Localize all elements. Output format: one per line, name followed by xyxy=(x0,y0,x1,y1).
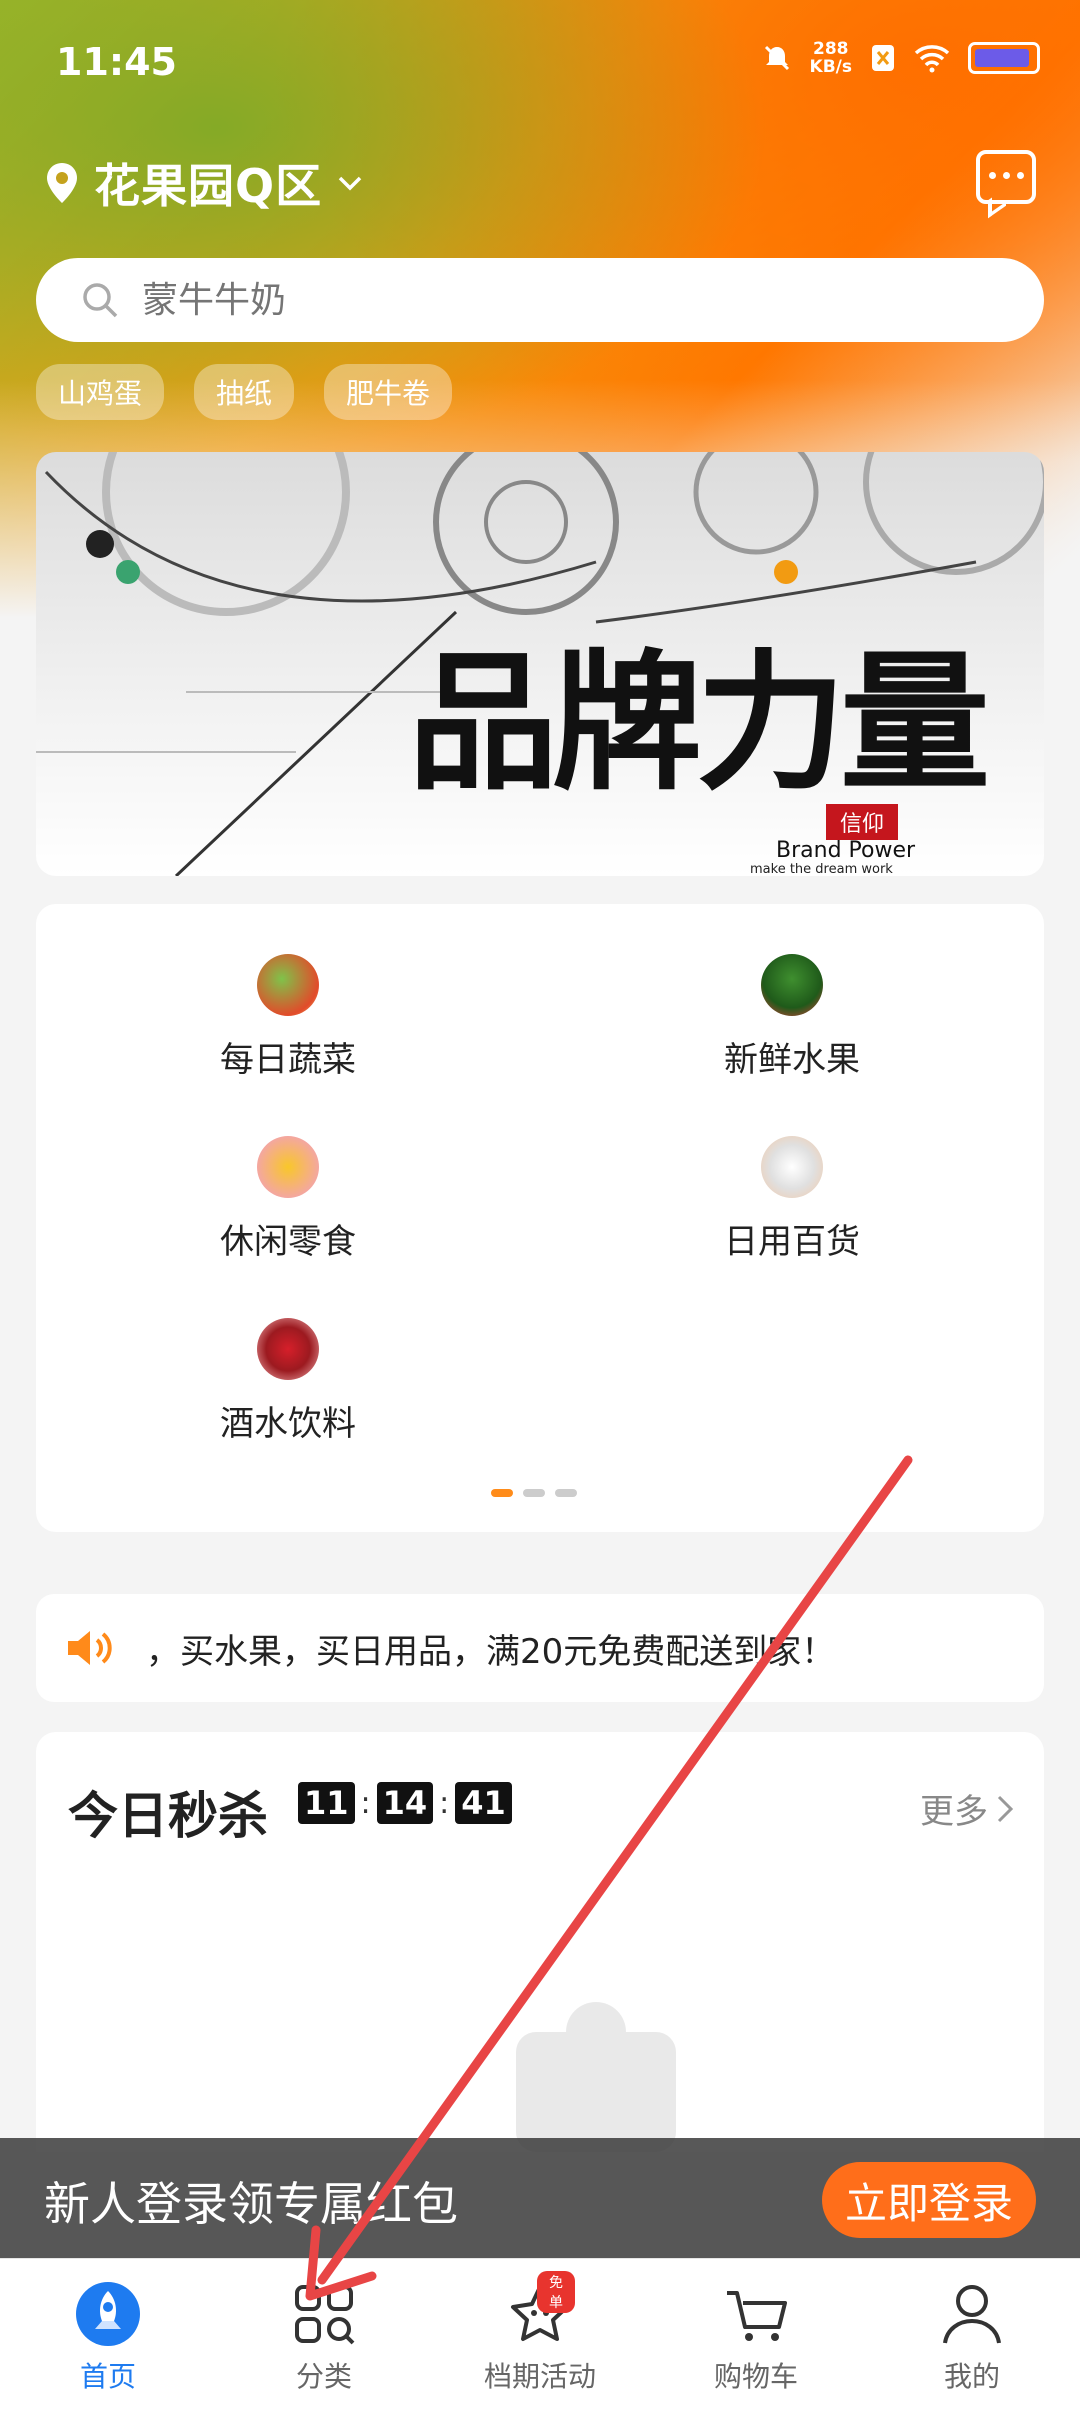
search-input[interactable] xyxy=(140,278,944,322)
tab-category[interactable]: 分类 xyxy=(244,2279,404,2395)
more-link[interactable]: 更多 xyxy=(920,1784,1014,1833)
home-rocket-icon xyxy=(73,2279,143,2349)
category-label: 新鲜水果 xyxy=(724,1040,860,1080)
drink-icon xyxy=(257,1318,319,1380)
page-dot xyxy=(523,1489,545,1497)
keyword-chip[interactable]: 抽纸 xyxy=(194,364,295,420)
location-selector[interactable]: 花果园Q区 xyxy=(44,150,364,216)
tab-profile[interactable]: 我的 xyxy=(892,2279,1052,2395)
timer-separator: : xyxy=(439,1785,450,1821)
tab-cart[interactable]: 购物车 xyxy=(676,2279,836,2395)
cart-icon xyxy=(721,2279,791,2349)
category-label: 每日蔬菜 xyxy=(220,1040,356,1080)
timer-separator: : xyxy=(360,1785,371,1821)
event-badge: 免单 xyxy=(537,2271,575,2313)
hot-keywords: 山鸡蛋 抽纸 肥牛卷 xyxy=(36,364,453,420)
category-fruits[interactable]: 新鲜水果 xyxy=(642,954,942,1081)
flash-sale-section: 今日秒杀 11 : 14 : 41 更多 xyxy=(36,1732,1044,2152)
star-icon: 免单 xyxy=(505,2271,575,2349)
category-label: 日用百货 xyxy=(724,1222,860,1262)
tab-home[interactable]: 首页 xyxy=(28,2279,188,2395)
banner-title: 品牌力量 xyxy=(407,635,990,811)
wifi-icon xyxy=(914,45,950,73)
tab-label: 我的 xyxy=(943,2360,1000,2393)
chevron-down-icon xyxy=(338,176,362,191)
more-label: 更多 xyxy=(920,1792,988,1832)
tab-label: 购物车 xyxy=(713,2360,798,2393)
snack-icon xyxy=(257,1136,319,1198)
sim-icon xyxy=(872,45,894,71)
network-speed: 288 KB/s xyxy=(810,40,852,76)
vegetable-icon xyxy=(257,954,319,1016)
message-icon xyxy=(980,172,1032,179)
mute-icon xyxy=(764,45,789,71)
product-placeholder-icon xyxy=(516,2002,676,2152)
search-bar[interactable] xyxy=(36,258,1044,342)
countdown-hours: 11 xyxy=(298,1782,355,1824)
tab-label: 首页 xyxy=(79,2360,136,2393)
tab-events[interactable]: 免单 档期活动 xyxy=(460,2271,620,2395)
announcement-bar[interactable]: ，买水果，买日用品，满20元免费配送到家！ xyxy=(36,1594,1044,1702)
message-button[interactable] xyxy=(976,150,1036,204)
category-label: 酒水饮料 xyxy=(220,1404,356,1444)
tab-label: 档期活动 xyxy=(483,2360,596,2393)
promo-banner[interactable]: 品牌力量 信仰 Brand Power make the dream work xyxy=(36,452,1044,876)
category-vegetables[interactable]: 每日蔬菜 xyxy=(138,954,438,1081)
status-icons: 288 KB/s xyxy=(762,40,1040,76)
speed-value: 288 xyxy=(813,39,849,59)
location-pin-icon xyxy=(47,163,77,203)
countdown-minutes: 14 xyxy=(376,1782,434,1824)
location-name: 花果园Q区 xyxy=(94,159,323,213)
watermelon-icon xyxy=(761,954,823,1016)
login-promo-banner: 新人登录领专属红包 立即登录 xyxy=(0,2138,1080,2258)
page-dot xyxy=(555,1489,577,1497)
speed-unit: KB/s xyxy=(809,57,852,77)
battery-icon xyxy=(968,42,1040,74)
countdown-timer: 11 : 14 : 41 xyxy=(298,1782,512,1824)
status-time: 11:45 xyxy=(56,40,177,84)
flash-sale-title: 今日秒杀 xyxy=(68,1787,268,1845)
user-icon xyxy=(937,2279,1007,2349)
banner-tag: 信仰 xyxy=(826,804,899,840)
kettle-icon xyxy=(761,1136,823,1198)
tab-label: 分类 xyxy=(295,2360,352,2393)
announcement-text: ，买水果，买日用品，满20元免费配送到家！ xyxy=(146,1631,836,1672)
category-grid: 每日蔬菜 新鲜水果 休闲零食 日用百货 酒水饮料 xyxy=(36,904,1044,1532)
banner-slogan: make the dream work xyxy=(750,862,893,876)
category-label: 休闲零食 xyxy=(220,1222,356,1262)
search-icon xyxy=(83,283,118,318)
login-button[interactable]: 立即登录 xyxy=(822,2162,1036,2238)
grid-icon xyxy=(289,2279,359,2349)
login-promo-text: 新人登录领专属红包 xyxy=(44,2177,458,2231)
keyword-chip[interactable]: 肥牛卷 xyxy=(324,364,453,420)
countdown-seconds: 41 xyxy=(455,1782,512,1824)
keyword-chip[interactable]: 山鸡蛋 xyxy=(36,364,165,420)
bottom-tab-bar: 首页 分类 免单 档期活动 购物车 我的 xyxy=(0,2258,1080,2409)
page-dot xyxy=(491,1489,513,1497)
speaker-icon xyxy=(68,1631,112,1665)
category-daily-goods[interactable]: 日用百货 xyxy=(642,1136,942,1263)
page-indicator xyxy=(491,1489,577,1497)
status-bar: 11:45 288 KB/s xyxy=(0,0,1080,120)
category-drinks[interactable]: 酒水饮料 xyxy=(138,1318,438,1445)
banner-subtitle: Brand Power xyxy=(776,838,916,863)
category-snacks[interactable]: 休闲零食 xyxy=(138,1136,438,1263)
chevron-right-icon xyxy=(997,1795,1014,1822)
